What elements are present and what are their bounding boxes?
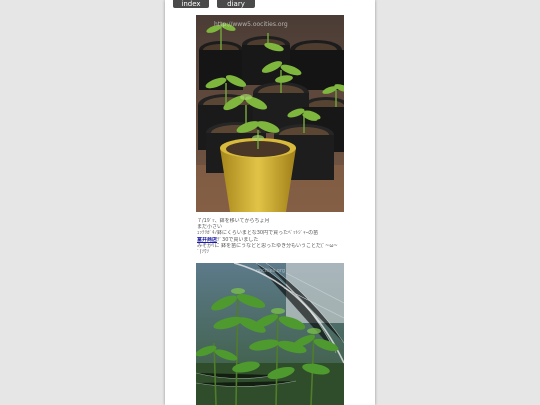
index-button[interactable]: index	[173, 0, 209, 8]
photo-watermark-2: oocities.org	[256, 268, 285, 274]
caption-line-4-text: ﾃﾞ30で買いました	[217, 236, 259, 243]
caption-line-5: みそかﾘに 鉢を苗にうなどと思ったゆき分もいうことだ(ﾞ~ω~	[197, 242, 338, 249]
diary-index-button[interactable]: diary index	[217, 0, 255, 16]
caption-line-6: ﾞ)ｿｳｿ	[197, 249, 209, 256]
photo-caption: ７/19ﾞｯ、鉢を移いてからちょ月 まだ小さい ｪｯﾃﾘｶﾞｷﾉ鉢にくらいまとな…	[197, 218, 347, 255]
seedling-pots-photo: http://www5.oocities.org	[196, 15, 344, 212]
photo-watermark: http://www5.oocities.org	[214, 21, 288, 28]
pepper-plants-photo: oocities.org	[196, 263, 344, 405]
shop-link[interactable]: 富井商店	[197, 237, 217, 243]
